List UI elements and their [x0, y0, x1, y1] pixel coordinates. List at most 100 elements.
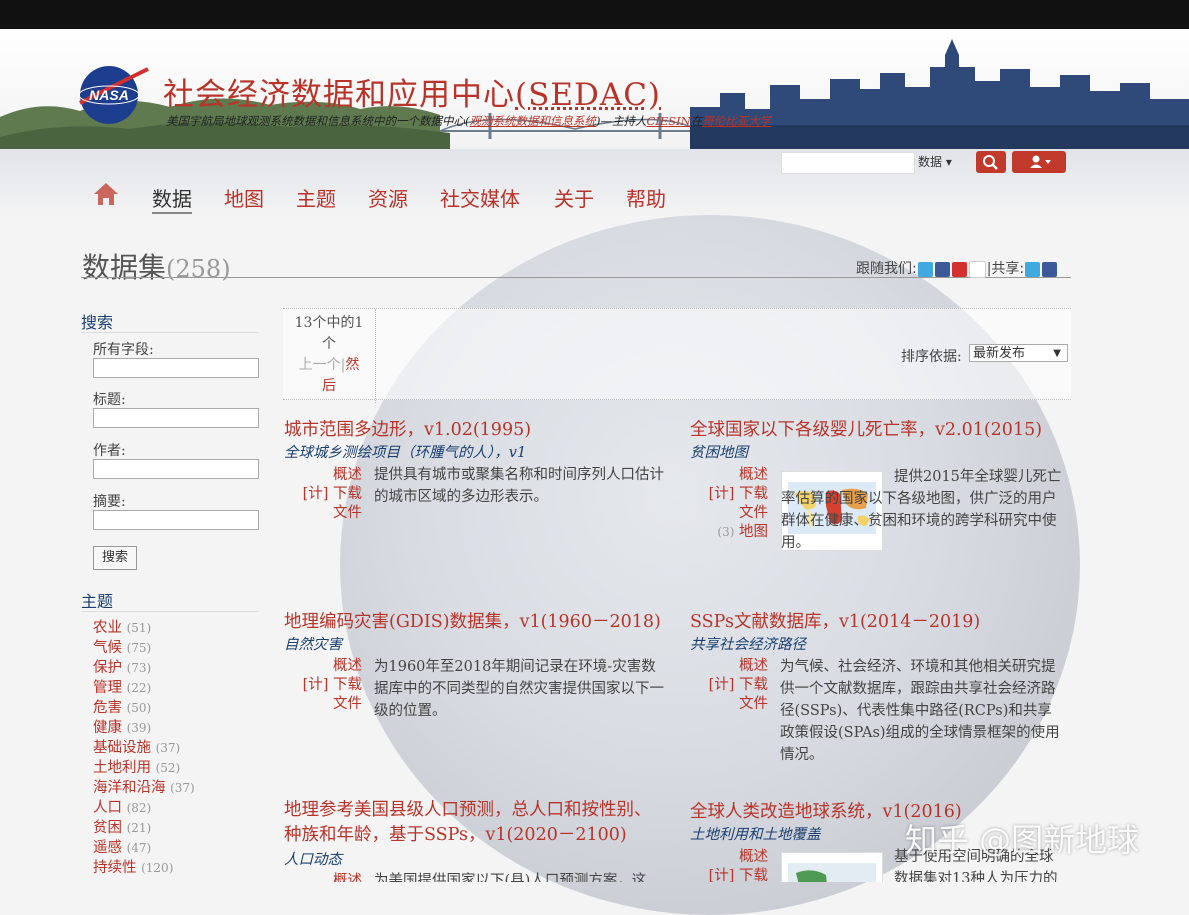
dataset-card: 地理编码灾害(GDIS)数据集，v1(1960－2018) 自然灾害 概述 [计…: [284, 608, 674, 728]
dataset-collection[interactable]: 人口动态: [284, 848, 674, 869]
dataset-card: 地理参考美国县级人口预测，总人口和按性别、种族和年龄，基于SSPs，v1(202…: [284, 798, 674, 882]
topic-link[interactable]: 人口 (82): [93, 796, 151, 817]
site-header: NASA 社会经济数据和应用中心(SEDAC) 美国宇航局地球观测系统数据和信息…: [0, 29, 1189, 149]
page-title: 数据集(258): [82, 251, 231, 284]
svg-text:NASA: NASA: [89, 87, 129, 103]
nasa-logo: NASA: [78, 66, 149, 124]
nav-resources[interactable]: 资源: [368, 183, 408, 212]
nav-help[interactable]: 帮助: [626, 183, 666, 212]
topic-link[interactable]: 遥感 (47): [93, 836, 151, 857]
dataset-title[interactable]: 城市范围多边形，v1.02(1995): [284, 416, 674, 441]
dataset-card: SSPs文献数据库，v1(2014－2019) 共享社会经济路径 概述 [计] …: [690, 608, 1070, 778]
top-black-bar: [0, 0, 1189, 29]
dataset-description: 为1960年至2018年期间记录在环境-灾害数据库中的不同类型的自然灾害提供国家…: [374, 659, 664, 719]
divider: [81, 611, 259, 612]
twitter-icon[interactable]: [917, 261, 933, 277]
dataset-title[interactable]: 全球国家以下各级婴儿死亡率，v2.01(2015): [690, 416, 1070, 441]
title-label: 标题:: [93, 392, 126, 408]
docs-link[interactable]: 文件: [298, 695, 362, 714]
search-input[interactable]: [781, 152, 915, 174]
topic-link[interactable]: 管理 (22): [93, 676, 151, 697]
dataset-collection[interactable]: 自然灾害: [284, 633, 674, 654]
pagination: 13个中的1 个 上一个|然 后: [283, 309, 376, 403]
topic-link[interactable]: 保护 (73): [93, 656, 151, 677]
dataset-title[interactable]: 地理编码灾害(GDIS)数据集，v1(1960－2018): [284, 608, 674, 633]
download-link[interactable]: [计] 下载: [298, 485, 362, 504]
home-icon[interactable]: [92, 180, 120, 208]
facebook-icon[interactable]: [934, 261, 950, 277]
prev-link[interactable]: 上一个|: [299, 357, 346, 373]
nav-social-media[interactable]: 社交媒体: [440, 183, 520, 212]
nav-maps[interactable]: 地图: [224, 183, 264, 212]
youtube-icon[interactable]: [951, 261, 967, 277]
share-twitter-icon[interactable]: [1025, 261, 1041, 277]
site-subtitle: 美国宇航局地球观测系统数据和信息系统中的一个数据中心(观测系统数据和信息系统)—…: [166, 114, 772, 128]
download-link[interactable]: [计] 下载: [702, 485, 768, 504]
topic-link[interactable]: 基础设施 (37): [93, 736, 180, 757]
topics-heading: 主题: [81, 592, 114, 611]
eosdis-link[interactable]: 观测系统数据和信息系统: [469, 114, 596, 128]
flickr-icon[interactable]: [968, 260, 986, 278]
abstract-input[interactable]: [93, 510, 259, 530]
search-scope-select[interactable]: 数据 ▾: [918, 152, 970, 172]
sort-select[interactable]: 最新发布 ▼: [969, 344, 1068, 362]
abstract-label: 摘要:: [93, 494, 126, 510]
social-follow: 跟随我们: |共享:: [856, 258, 1058, 278]
search-heading: 搜索: [81, 313, 114, 332]
nav-themes[interactable]: 主题: [296, 183, 336, 212]
search-icon: [983, 155, 998, 170]
topic-link[interactable]: 健康 (39): [93, 716, 151, 737]
dataset-count: (258): [166, 255, 231, 283]
topic-link[interactable]: 农业 (51): [93, 616, 151, 637]
dataset-collection[interactable]: 全球城乡测绘项目（环腫气的人），v1: [284, 441, 674, 462]
dataset-title[interactable]: 地理参考美国县级人口预测，总人口和按性别、种族和年龄，基于SSPs，v1(202…: [284, 798, 664, 848]
author-label: 作者:: [93, 443, 126, 459]
sort-label: 排序依据:: [901, 349, 962, 365]
user-icon: [1030, 155, 1051, 168]
ciesin-link[interactable]: CIESIN: [646, 114, 690, 128]
topic-link[interactable]: 气候 (75): [93, 636, 151, 657]
nav-about[interactable]: 关于: [554, 183, 594, 212]
share-facebook-icon[interactable]: [1042, 261, 1058, 277]
columbia-link[interactable]: 哥伦比亚大学: [702, 114, 771, 128]
results-pager: 13个中的1 个 上一个|然 后 排序依据: 最新发布 ▼: [283, 308, 1071, 403]
title-input[interactable]: [93, 408, 259, 428]
all-fields-input[interactable]: [93, 358, 259, 378]
overview-link[interactable]: 概述: [702, 848, 768, 867]
overview-link[interactable]: 概述: [702, 657, 768, 676]
next-link[interactable]: 然: [345, 357, 359, 373]
overview-link[interactable]: 概述: [702, 466, 768, 485]
dataset-collection[interactable]: 贫困地图: [690, 441, 1070, 462]
overview-link[interactable]: 概述: [298, 466, 362, 485]
dataset-thumbnail[interactable]: [781, 852, 883, 882]
dataset-description: 为美国提供国家以下(县)人口预测方案，这: [374, 873, 647, 882]
topic-link[interactable]: 贫困 (21): [93, 816, 151, 837]
download-link[interactable]: [计] 下载: [298, 676, 362, 695]
overview-link[interactable]: 概述: [298, 872, 362, 882]
download-link[interactable]: [计] 下载: [702, 867, 768, 882]
maps-link[interactable]: (3) 地图: [702, 523, 768, 542]
topic-link[interactable]: 危害 (50): [93, 696, 151, 717]
overview-link[interactable]: 概述: [298, 657, 362, 676]
author-input[interactable]: [93, 459, 259, 479]
topic-link[interactable]: 海洋和沿海 (37): [93, 776, 195, 797]
docs-link[interactable]: 文件: [702, 504, 768, 523]
all-fields-label: 所有字段:: [93, 342, 154, 358]
dataset-description: 提供2015年全球婴儿死亡率估算的国家以下各级地图，供广泛的用户群体在健康、贫困…: [781, 469, 1062, 551]
site-title[interactable]: 社会经济数据和应用中心(SEDAC): [163, 69, 661, 114]
dataset-title[interactable]: SSPs文献数据库，v1(2014－2019): [690, 608, 1070, 633]
dataset-collection[interactable]: 共享社会经济路径: [690, 633, 1070, 654]
docs-link[interactable]: 文件: [702, 695, 768, 714]
sidebar-search-button[interactable]: 搜索: [93, 546, 137, 570]
search-button[interactable]: [976, 151, 1006, 173]
topic-link[interactable]: 土地利用 (52): [93, 756, 180, 777]
download-link[interactable]: [计] 下载: [702, 676, 768, 695]
watermark: 知乎 @图新地球: [905, 821, 1140, 859]
nav-data[interactable]: 数据: [152, 183, 192, 214]
dataset-card: 全球国家以下各级婴儿死亡率，v2.01(2015) 贫困地图 概述 [计] 下载…: [690, 416, 1070, 586]
topic-link[interactable]: 持续性 (120): [93, 856, 173, 877]
divider: [81, 332, 259, 333]
dataset-description: 提供具有城市或聚集名称和时间序列人口估计的城市区域的多边形表示。: [374, 467, 664, 505]
docs-link[interactable]: 文件: [298, 504, 362, 523]
user-menu-button[interactable]: [1012, 151, 1066, 173]
